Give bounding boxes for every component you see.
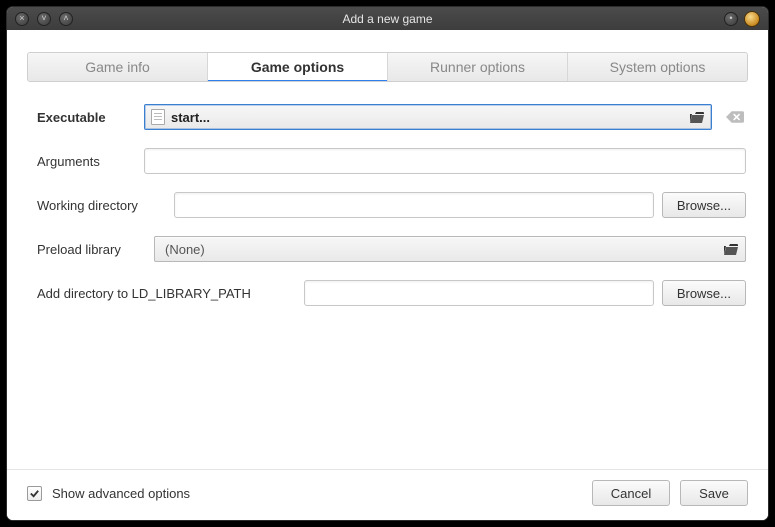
browse-ld-library-path-button[interactable]: Browse... bbox=[662, 280, 746, 306]
tab-label: System options bbox=[610, 59, 706, 75]
row-working-directory: Working directory Browse... bbox=[37, 192, 746, 218]
ld-library-path-input[interactable] bbox=[304, 280, 654, 306]
field-label: Working directory bbox=[37, 198, 162, 213]
tab-game-options[interactable]: Game options bbox=[208, 53, 388, 81]
titlebar: × ˅ ˄ Add a new game • bbox=[7, 7, 768, 30]
executable-file-chooser[interactable]: start... bbox=[144, 104, 712, 130]
show-advanced-checkbox[interactable] bbox=[27, 486, 42, 501]
open-file-icon bbox=[689, 110, 705, 124]
titlebar-aux-button[interactable]: • bbox=[724, 12, 738, 26]
tab-runner-options[interactable]: Runner options bbox=[388, 53, 568, 81]
close-window-button[interactable]: × bbox=[15, 12, 29, 26]
maximize-window-button[interactable]: ˄ bbox=[59, 12, 73, 26]
tab-system-options[interactable]: System options bbox=[568, 53, 747, 81]
dialog-footer: Show advanced options Cancel Save bbox=[7, 469, 768, 520]
tabbar: Game info Game options Runner options Sy… bbox=[27, 52, 748, 82]
tab-label: Game info bbox=[85, 59, 150, 75]
working-directory-input[interactable] bbox=[174, 192, 654, 218]
row-ld-library-path: Add directory to LD_LIBRARY_PATH Browse.… bbox=[37, 280, 746, 306]
field-label: Add directory to LD_LIBRARY_PATH bbox=[37, 286, 292, 301]
options-panel: Executable start... Arguments bbox=[7, 82, 768, 469]
app-icon bbox=[744, 11, 760, 27]
minimize-window-button[interactable]: ˅ bbox=[37, 12, 51, 26]
dialog-window: × ˅ ˄ Add a new game • Game info Game op… bbox=[7, 7, 768, 520]
tab-label: Game options bbox=[251, 59, 344, 75]
clear-executable-button[interactable] bbox=[724, 106, 746, 128]
row-executable: Executable start... bbox=[37, 104, 746, 130]
open-file-icon bbox=[723, 242, 739, 256]
browse-working-directory-button[interactable]: Browse... bbox=[662, 192, 746, 218]
field-label: Executable bbox=[37, 110, 132, 125]
row-preload-library: Preload library (None) bbox=[37, 236, 746, 262]
executable-value: start... bbox=[171, 110, 210, 125]
show-advanced-label: Show advanced options bbox=[52, 486, 190, 501]
window-title: Add a new game bbox=[342, 12, 432, 26]
tab-game-info[interactable]: Game info bbox=[28, 53, 208, 81]
preload-library-file-chooser[interactable]: (None) bbox=[154, 236, 746, 262]
tab-label: Runner options bbox=[430, 59, 525, 75]
cancel-button[interactable]: Cancel bbox=[592, 480, 670, 506]
field-label: Preload library bbox=[37, 242, 142, 257]
row-arguments: Arguments bbox=[37, 148, 746, 174]
preload-library-value: (None) bbox=[161, 242, 205, 257]
document-icon bbox=[151, 109, 165, 125]
field-label: Arguments bbox=[37, 154, 132, 169]
save-button[interactable]: Save bbox=[680, 480, 748, 506]
arguments-input[interactable] bbox=[144, 148, 746, 174]
